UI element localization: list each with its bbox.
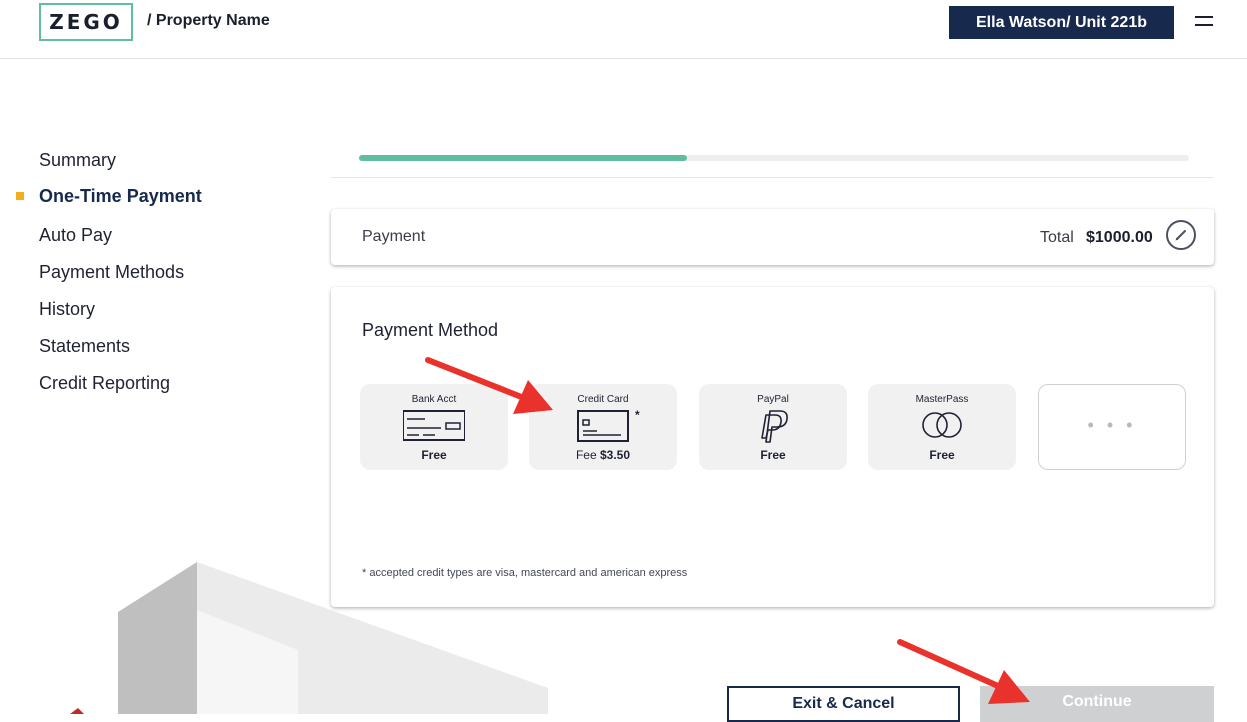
payment-label: Payment (362, 228, 426, 245)
sidebar-item-summary[interactable]: Summary (39, 150, 116, 171)
option-label: PayPal (757, 394, 789, 405)
payment-option-masterpass[interactable]: MasterPass Free (868, 384, 1016, 470)
payment-summary-card: Payment Total $1000.00 (331, 209, 1214, 265)
payment-option-bank-acct[interactable]: Bank Acct Free (360, 384, 508, 470)
total-label: Total (1040, 229, 1074, 246)
more-dots-icon: • • • (1087, 415, 1137, 435)
breadcrumb-property-name[interactable]: / Property Name (147, 12, 270, 30)
pencil-icon[interactable] (1166, 220, 1196, 250)
divider (331, 177, 1214, 178)
active-item-marker (16, 192, 24, 200)
payment-method-card: Payment Method Bank Acct Free Credit Car… (331, 287, 1214, 607)
payment-option-credit-card[interactable]: Credit Card * Fee $3.50 (529, 384, 677, 470)
user-unit-button[interactable]: Ella Watson/ Unit 221b (949, 6, 1174, 39)
option-label: Credit Card (577, 394, 629, 405)
option-fee: Free (760, 448, 786, 462)
payment-option-paypal[interactable]: PayPal Free (699, 384, 847, 470)
option-fee: Free (421, 448, 447, 462)
payment-method-title: Payment Method (362, 320, 499, 340)
option-fee: Free (929, 448, 955, 462)
option-label: Bank Acct (411, 394, 457, 405)
check-icon (403, 410, 465, 441)
sidebar-item-auto-pay[interactable]: Auto Pay (39, 225, 112, 246)
credit-types-footnote: * accepted credit types are visa, master… (362, 567, 688, 579)
fee-amount: $3.50 (600, 448, 631, 462)
masterpass-icon (922, 412, 962, 438)
zego-logo[interactable]: ZEGO (39, 3, 133, 41)
fee-prefix: Fee (575, 448, 597, 462)
credit-card-icon (577, 410, 629, 442)
progress-bar (359, 155, 1189, 161)
sidebar-item-credit-reporting[interactable]: Credit Reporting (39, 373, 170, 394)
sidebar-item-payment-methods[interactable]: Payment Methods (39, 262, 184, 283)
progress-bar-fill (359, 155, 687, 161)
option-label: MasterPass (915, 394, 969, 405)
option-fee: Fee $3.50 (529, 448, 677, 462)
sidebar-item-statements[interactable]: Statements (39, 336, 130, 357)
continue-button[interactable]: Continue (980, 686, 1214, 722)
asterisk: * (635, 408, 640, 422)
sidebar-item-history[interactable]: History (39, 299, 95, 320)
sidebar-item-one-time-payment[interactable]: One-Time Payment (39, 186, 202, 207)
exit-cancel-button[interactable]: Exit & Cancel (727, 686, 960, 722)
total-amount: $1000.00 (1086, 229, 1153, 246)
paypal-icon (761, 410, 788, 443)
more-payment-options-button[interactable]: • • • (1038, 384, 1186, 470)
hamburger-menu-icon[interactable] (1195, 16, 1213, 26)
